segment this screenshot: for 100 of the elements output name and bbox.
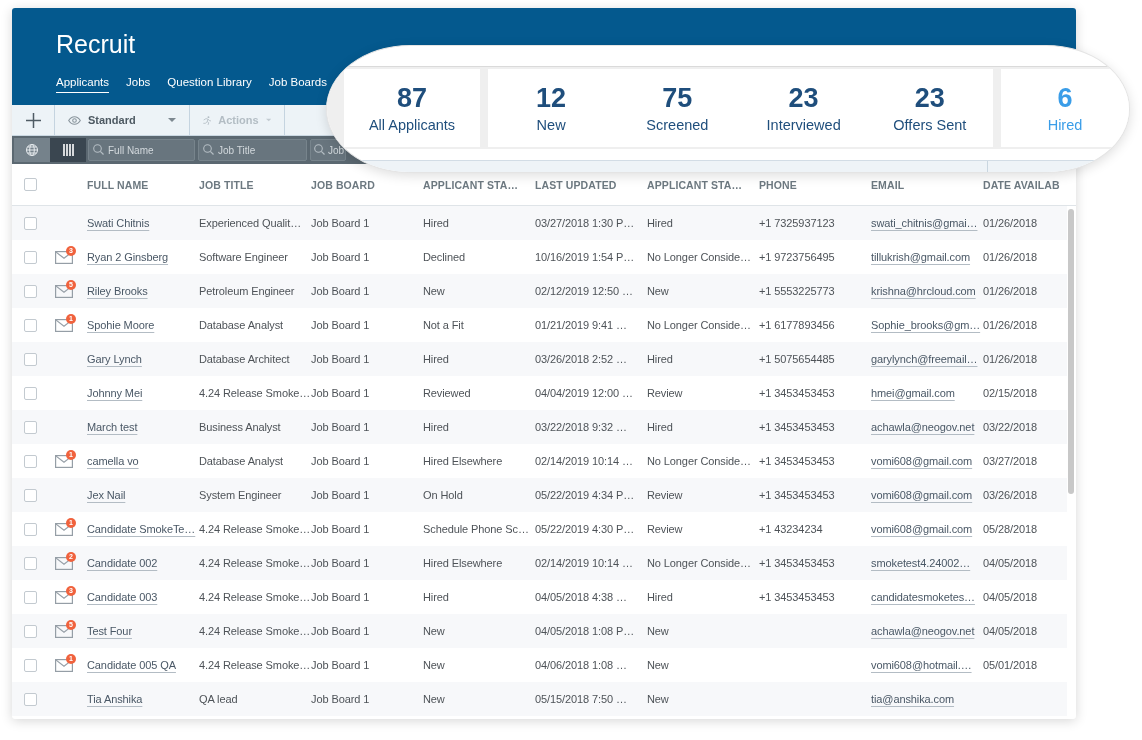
table-cell: Job Board 1 (311, 557, 370, 569)
email-link[interactable]: achawla@neogov.net (871, 421, 975, 433)
search-field[interactable]: Job Title (198, 139, 307, 161)
columns-icon (62, 144, 74, 156)
applicant-name-link[interactable]: camella vo (87, 455, 139, 467)
nav-tab[interactable]: Question Library (167, 75, 252, 93)
checkbox[interactable] (24, 420, 37, 434)
table-cell: Hired Elsewhere (423, 455, 503, 467)
table-cell: +1 3453453453 (759, 489, 835, 501)
applicant-name-link[interactable]: March test (87, 421, 138, 433)
email-link[interactable]: Sophie_brooks@gm… (871, 319, 981, 331)
email-link[interactable]: vomi608@gmail.com (871, 455, 973, 467)
columns-button[interactable] (50, 138, 86, 162)
applicant-name-link[interactable]: Candidate 003 (87, 591, 158, 603)
view-dropdown[interactable]: Standard (55, 105, 190, 135)
stat-label: Hired (1047, 115, 1083, 134)
column-header[interactable]: EMAIL (871, 178, 905, 191)
applicant-name-link[interactable]: Ryan 2 Ginsberg (87, 251, 169, 263)
stat-label: Interviewed (766, 115, 841, 134)
table-cell: Database Analyst (199, 319, 283, 331)
column-header[interactable]: APPLICANT STA… (647, 178, 743, 191)
checkbox[interactable] (24, 692, 37, 706)
table-cell: System Engineer (199, 489, 282, 501)
table-cell: Job Board 1 (311, 489, 370, 501)
nav-tab[interactable]: Job Boards (268, 75, 327, 93)
applicant-name-link[interactable]: Johnny Mei (87, 387, 143, 399)
scrollbar[interactable] (1068, 209, 1074, 494)
checkbox[interactable] (24, 624, 37, 638)
email-link[interactable]: swati_chitnis@gmai… (871, 217, 978, 229)
checkbox[interactable] (24, 522, 37, 536)
table-cell: Job Board 1 (311, 319, 370, 331)
email-link[interactable]: tillukrish@gmail.com (871, 251, 971, 263)
table-cell: New (423, 659, 445, 671)
column-header[interactable]: JOB TITLE (199, 178, 254, 191)
email-link[interactable]: hmei@gmail.com (871, 387, 955, 399)
checkbox[interactable] (24, 352, 37, 366)
caret-icon (168, 118, 176, 122)
applicant-name-link[interactable]: Gary Lynch (87, 353, 142, 365)
checkbox[interactable] (24, 386, 37, 400)
checkbox[interactable] (24, 556, 37, 570)
column-header[interactable]: LAST UPDATED (535, 178, 617, 191)
column-header[interactable]: FULL NAME (87, 178, 149, 191)
stat-label: Offers Sent (893, 115, 967, 134)
email-link[interactable]: krishna@hrcloud.com (871, 285, 976, 297)
email-link[interactable]: candidatesmoketes… (871, 591, 975, 603)
stat-count: 6 (1057, 82, 1073, 113)
table-cell: Review (647, 523, 683, 535)
email-link[interactable]: garylynch@freemail… (871, 353, 978, 365)
email-link[interactable]: achawla@neogov.net (871, 625, 975, 637)
applicant-name-link[interactable]: Riley Brooks (87, 285, 148, 297)
email-link[interactable]: smoketest4.24002… (871, 557, 971, 569)
table-cell: Job Board 1 (311, 421, 370, 433)
checkbox[interactable] (24, 284, 37, 298)
table-cell: 4.24 Release Smoke… (199, 591, 311, 603)
stat-label: All Applicants (368, 115, 456, 134)
mail-icon (55, 454, 73, 468)
applicant-name-link[interactable]: Swati Chitnis (87, 217, 150, 229)
email-link[interactable]: vomi608@gmail.com (871, 489, 973, 501)
email-link[interactable]: vomi608@gmail.com (871, 523, 973, 535)
table-cell: New (647, 659, 669, 671)
applicant-name-link[interactable]: Candidate 005 QA (87, 659, 176, 671)
table-cell: New (423, 285, 445, 297)
table-cell: 04/05/2018 (983, 625, 1038, 637)
table-cell: Job Board 1 (311, 285, 370, 297)
table-cell: +1 43234234 (759, 523, 823, 535)
search-field[interactable]: Job (310, 139, 346, 161)
table-cell: 02/14/2019 10:14 … (535, 455, 633, 467)
column-header[interactable]: DATE AVAILAB (983, 178, 1060, 191)
table-cell: +1 5553225773 (759, 285, 835, 297)
mail-icon (55, 658, 73, 672)
checkbox[interactable] (24, 658, 37, 672)
checkbox[interactable] (24, 216, 37, 230)
applicant-name-link[interactable]: Tia Anshika (87, 693, 143, 705)
checkbox[interactable] (24, 250, 37, 264)
search-field[interactable]: Full Name (88, 139, 195, 161)
table-cell: 04/06/2018 1:08 … (535, 659, 627, 671)
applicant-name-link[interactable]: Jex Nail (87, 489, 126, 501)
table-cell: Database Analyst (199, 455, 283, 467)
checkbox[interactable] (24, 488, 37, 502)
checkbox[interactable] (24, 590, 37, 604)
table-cell: 4.24 Release Smoke… (199, 659, 311, 671)
table-cell: Job Board 1 (311, 625, 370, 637)
applicant-name-link[interactable]: Candidate SmokeTe… (87, 523, 196, 535)
checkbox[interactable] (24, 318, 37, 332)
column-header[interactable]: JOB BOARD (311, 178, 375, 191)
column-header[interactable]: APPLICANT STA… (423, 178, 519, 191)
applicant-name-link[interactable]: Candidate 002 (87, 557, 158, 569)
applicant-name-link[interactable]: Spohie Moore (87, 319, 155, 331)
email-link[interactable]: vomi608@hotmail.… (871, 659, 972, 671)
nav-tab[interactable]: Applicants (56, 75, 110, 93)
table-cell: 05/22/2019 4:30 P… (535, 523, 635, 535)
column-header[interactable]: PHONE (759, 178, 797, 191)
nav-tab[interactable]: Jobs (126, 75, 151, 93)
email-link[interactable]: tia@anshika.com (871, 693, 955, 705)
table-cell: On Hold (423, 489, 463, 501)
checkbox[interactable] (24, 454, 37, 468)
applicant-name-link[interactable]: Test Four (87, 625, 132, 637)
checkbox[interactable] (24, 178, 37, 191)
table-cell: 01/26/2018 (983, 251, 1038, 263)
table-cell: New (423, 625, 445, 637)
